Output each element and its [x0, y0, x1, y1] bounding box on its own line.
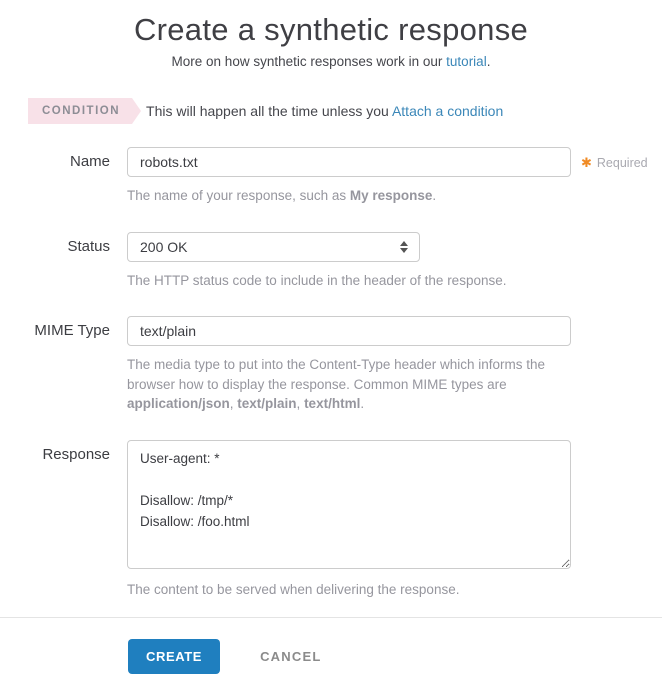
status-select-wrap: 200 OK — [127, 231, 420, 262]
required-label: Required — [596, 156, 648, 170]
required-asterisk-icon: ✱ — [581, 155, 592, 170]
name-input[interactable] — [127, 147, 571, 177]
create-button[interactable]: CREATE — [128, 639, 221, 674]
status-label: Status — [67, 237, 110, 255]
status-select[interactable]: 200 OK — [127, 231, 420, 262]
status-row: Status 200 OK The HTTP status code to in… — [0, 231, 662, 291]
condition-text-static: This will happen all the time unless you — [146, 103, 392, 119]
footer: CREATE CANCEL — [0, 617, 662, 674]
response-help: The content to be served when delivering… — [127, 581, 460, 597]
name-help-period: . — [432, 188, 437, 203]
name-help-text: The name of your response, such as — [127, 188, 350, 203]
required-indicator: ✱ Required — [581, 147, 648, 206]
tutorial-link[interactable]: tutorial — [446, 54, 487, 69]
name-label: Name — [69, 153, 110, 170]
response-label: Response — [42, 445, 110, 463]
mime-help-bold-html: text/html — [304, 396, 361, 412]
subtitle: More on how synthetic responses work in … — [0, 54, 662, 69]
condition-row: CONDITION This will happen all the time … — [0, 98, 662, 124]
subtitle-period: . — [486, 54, 491, 69]
response-row: Response User-agent: * Disallow: /tmp/* … — [0, 439, 662, 600]
name-row: Name The name of your response, such as … — [0, 147, 662, 206]
mime-help-bold-plain: text/plain — [237, 396, 297, 412]
response-textarea[interactable]: User-agent: * Disallow: /tmp/* Disallow:… — [127, 439, 571, 569]
mime-help-text: The media type to put into the Content-T… — [127, 357, 545, 392]
condition-text: This will happen all the time unless you… — [146, 103, 503, 119]
mime-help-sep2: , — [296, 396, 305, 412]
condition-badge: CONDITION — [28, 98, 142, 124]
name-help-bold: My response — [349, 188, 433, 203]
status-help: The HTTP status code to include in the h… — [127, 272, 507, 288]
mime-help-bold-json: application/json — [127, 396, 230, 412]
mime-help-period: . — [360, 396, 365, 412]
mime-row: MIME Type The media type to put into the… — [0, 316, 662, 414]
subtitle-text: More on how synthetic responses work in … — [171, 54, 447, 69]
name-help: The name of your response, such as My re… — [127, 186, 571, 206]
attach-condition-link[interactable]: Attach a condition — [392, 103, 503, 119]
cancel-button[interactable]: CANCEL — [254, 648, 327, 665]
page-title: Create a synthetic response — [133, 12, 529, 47]
mime-input[interactable] — [127, 316, 571, 347]
mime-help: The media type to put into the Content-T… — [127, 355, 571, 414]
mime-label: MIME Type — [34, 322, 110, 340]
